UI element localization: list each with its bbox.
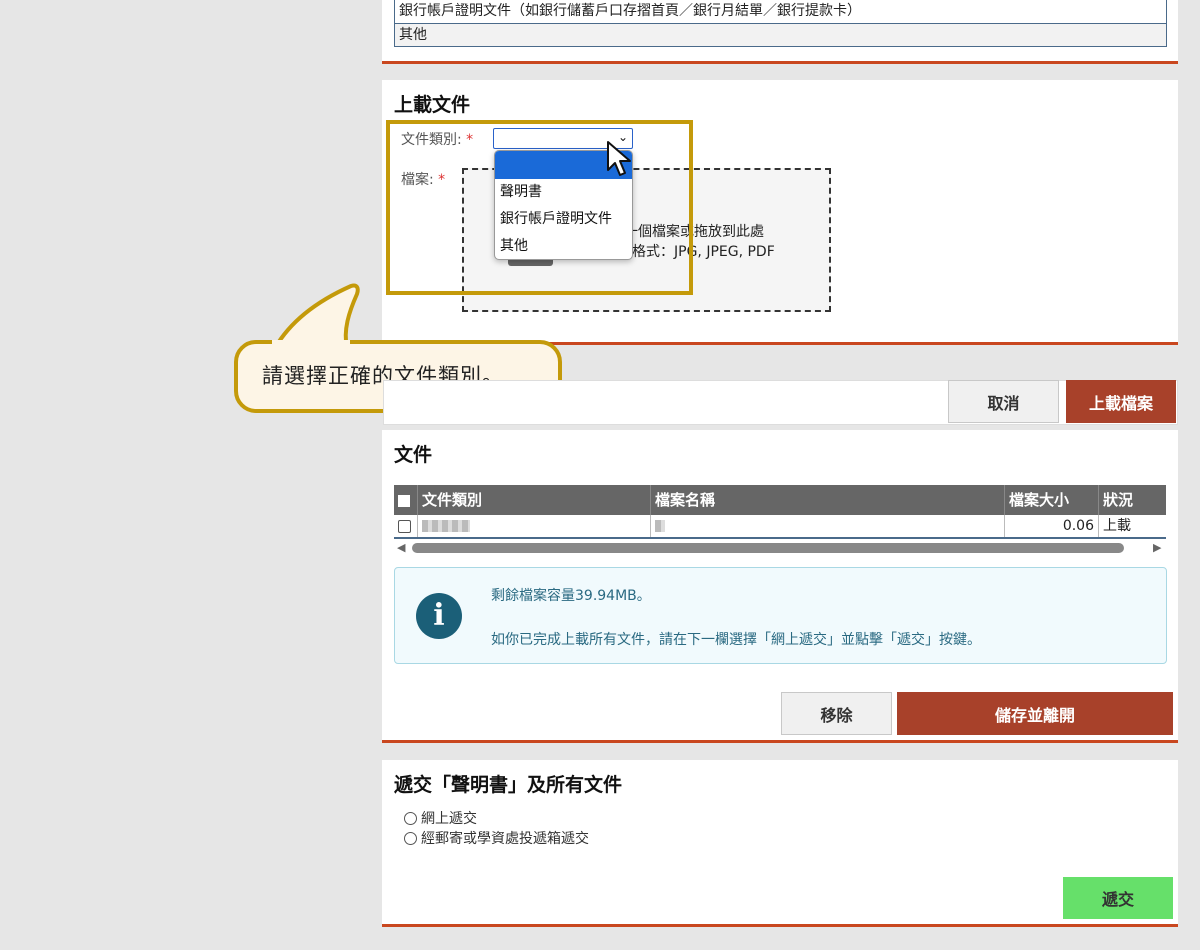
- upload-section-title: 上載文件: [394, 94, 471, 116]
- cell-size: 0.06: [1005, 515, 1099, 537]
- section-divider: [382, 924, 1178, 927]
- scroll-right-arrow-icon[interactable]: ▶: [1153, 541, 1161, 554]
- radio-label: 網上遞交: [421, 811, 477, 827]
- section-divider: [382, 740, 1178, 743]
- info-icon: i: [416, 593, 462, 639]
- list-item: 銀行帳戶證明文件（如銀行儲蓄戶口存摺首頁／銀行月結單／銀行提款卡）: [395, 0, 1166, 23]
- save-and-exit-button[interactable]: 儲存並離開: [897, 692, 1173, 735]
- select-all-checkbox[interactable]: [394, 485, 418, 515]
- info-instructions: 如你已完成上載所有文件，請在下一欄選擇「網上遞交」並點擊「遞交」按鍵。: [491, 632, 981, 648]
- documents-table: 文件類別 檔案名稱 檔案大小 狀況 0.06 上載: [394, 485, 1166, 539]
- info-remaining-capacity: 剩餘檔案容量39.94MB。: [491, 588, 651, 604]
- scroll-left-arrow-icon[interactable]: ◀: [397, 541, 405, 554]
- callout-tail-cover: [272, 340, 350, 348]
- submit-section-title: 遞交「聲明書」及所有文件: [394, 774, 623, 796]
- radio-button[interactable]: [404, 811, 417, 825]
- remove-button[interactable]: 移除: [781, 692, 892, 735]
- list-item: 其他: [395, 23, 1166, 46]
- upload-file-button[interactable]: 上載檔案: [1066, 380, 1176, 423]
- scrollbar-thumb[interactable]: [412, 543, 1124, 553]
- radio-label: 經郵寄或學資處投遞箱遞交: [421, 831, 589, 847]
- radio-online-submit[interactable]: 網上遞交: [404, 808, 477, 828]
- cancel-button[interactable]: 取消: [948, 380, 1059, 423]
- row-checkbox[interactable]: [394, 515, 418, 537]
- column-header-filename: 檔案名稱: [651, 485, 1005, 515]
- radio-button[interactable]: [404, 831, 417, 845]
- document-type-list: 銀行帳戶證明文件（如銀行儲蓄戶口存摺首頁／銀行月結單／銀行提款卡） 其他: [394, 0, 1167, 47]
- cell-filename: [651, 515, 1005, 537]
- column-header-status: 狀況: [1103, 491, 1134, 509]
- table-header: 文件類別 檔案名稱 檔案大小 狀況: [394, 485, 1166, 515]
- submit-button[interactable]: 遞交: [1063, 877, 1173, 919]
- section-divider: [382, 61, 1178, 64]
- documents-section-title: 文件: [394, 444, 433, 466]
- redacted-text: [655, 520, 665, 532]
- column-header-size: 檔案大小: [1005, 485, 1099, 515]
- table-row: 0.06 上載: [394, 515, 1166, 539]
- column-header-category: 文件類別: [418, 485, 651, 515]
- redacted-text: [422, 520, 470, 532]
- cell-category: [418, 515, 651, 537]
- highlight-box: [386, 120, 693, 295]
- radio-mail-submit[interactable]: 經郵寄或學資處投遞箱遞交: [404, 828, 589, 848]
- cell-status: 上載: [1103, 518, 1131, 534]
- info-box: [394, 567, 1167, 664]
